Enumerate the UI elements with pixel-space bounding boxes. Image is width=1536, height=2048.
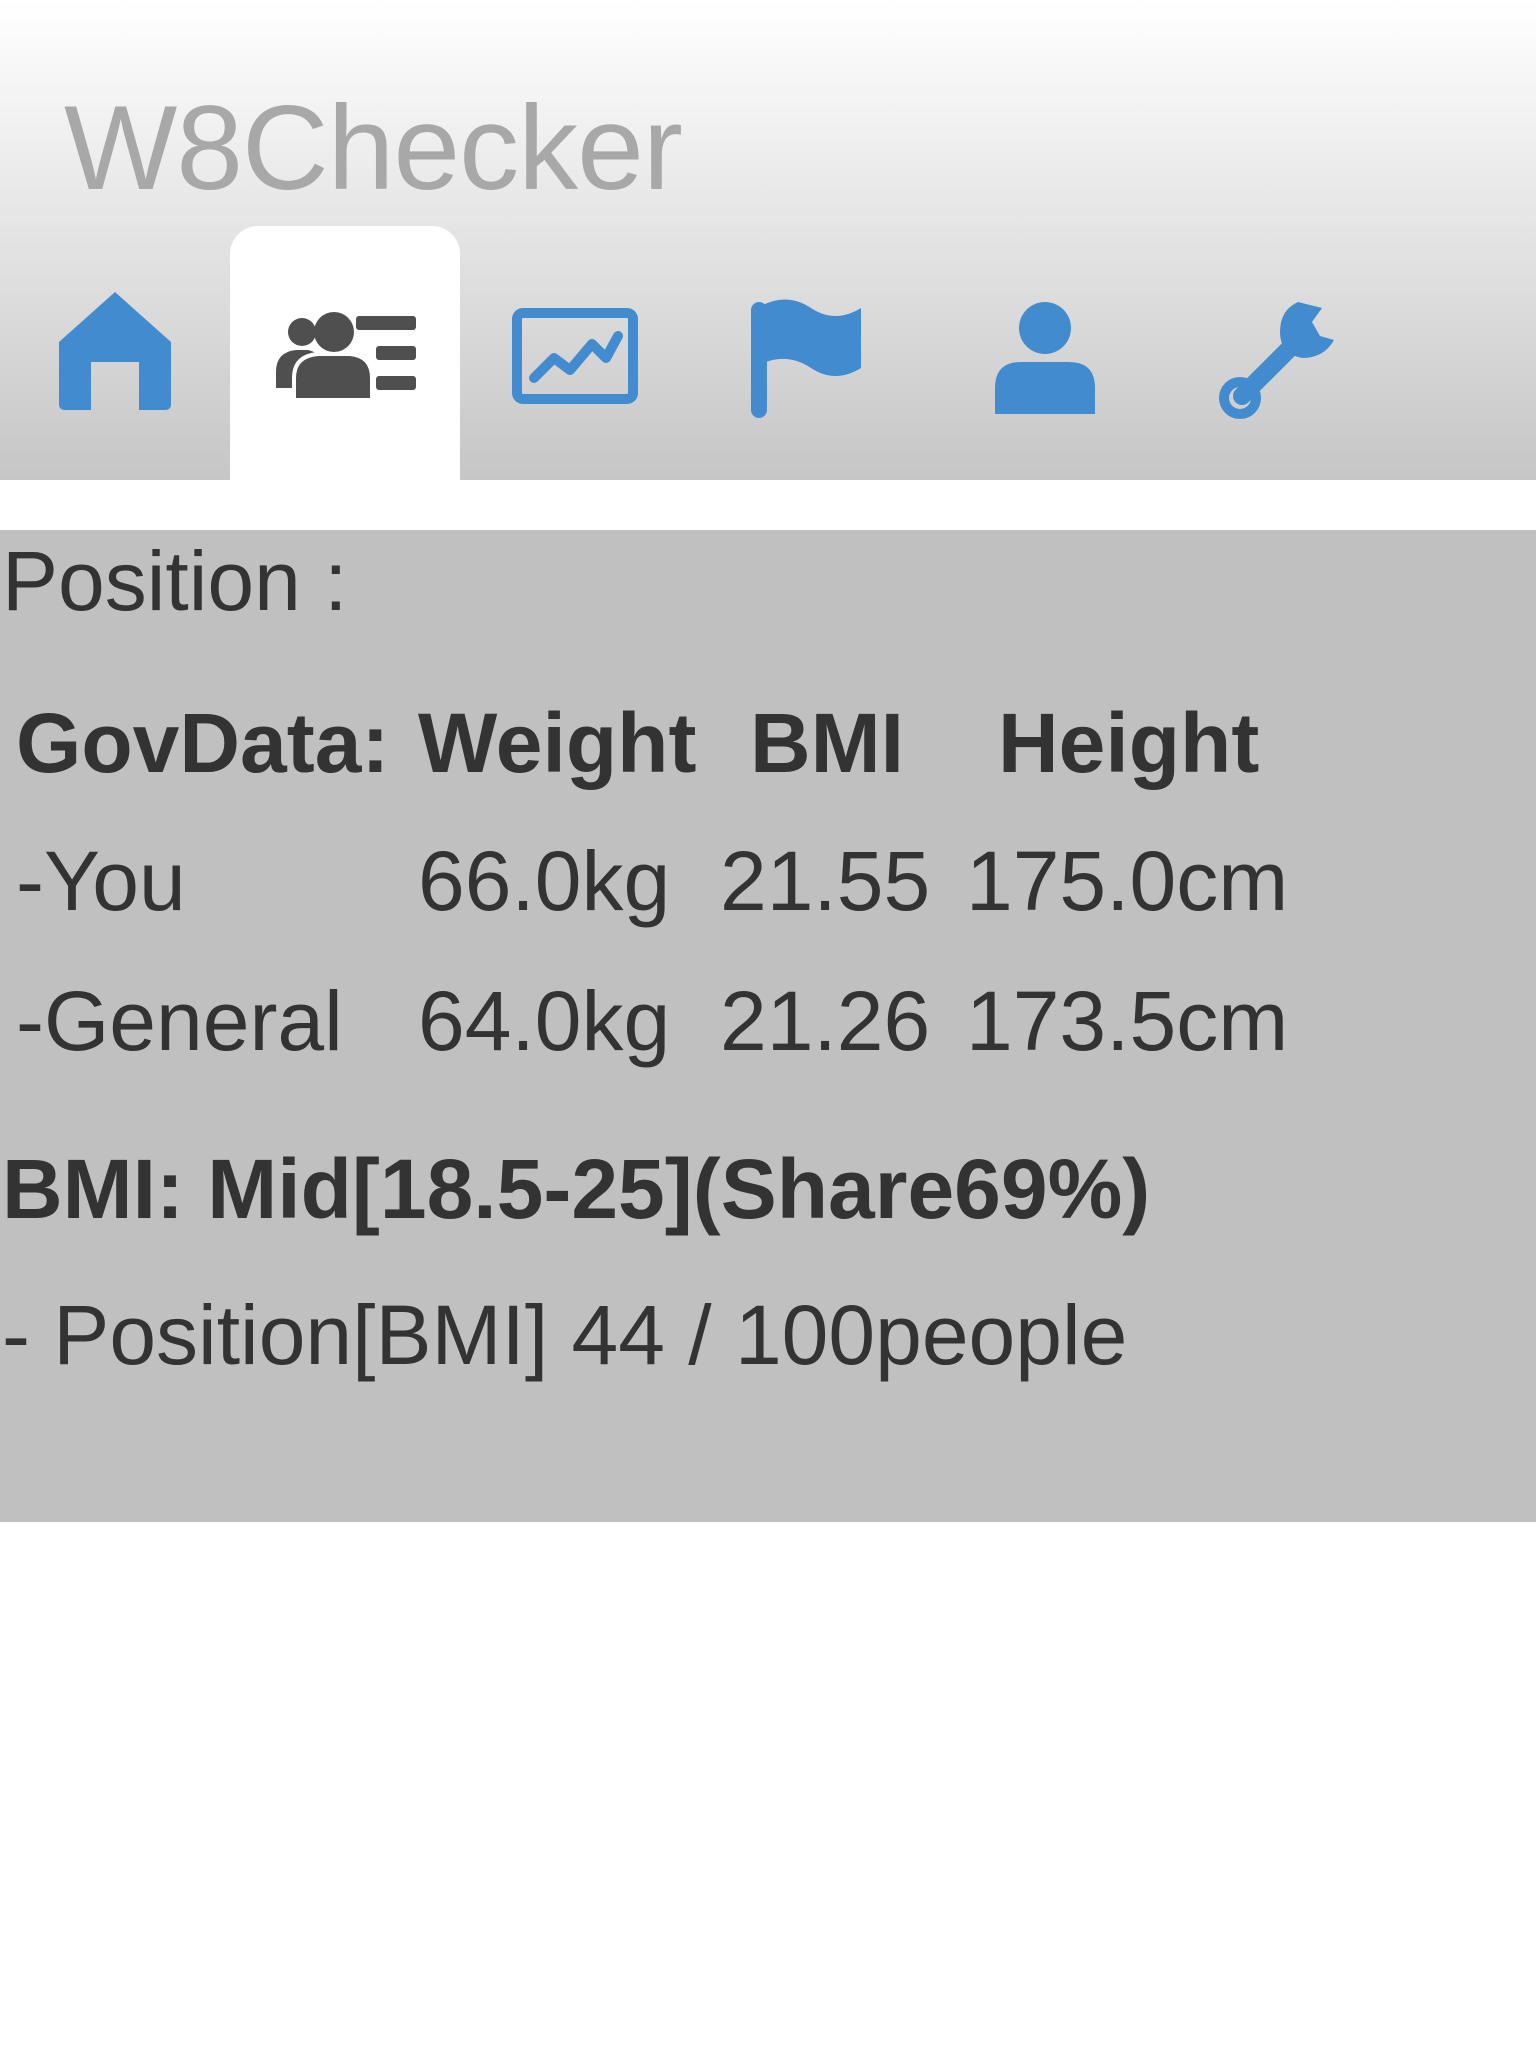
wrench-icon [1219,302,1334,419]
table-header-weight: Weight [418,696,697,790]
row-general-bmi: 21.26 [720,974,931,1068]
tab-chart[interactable] [460,226,690,480]
app-header: W8Checker [0,0,1536,480]
row-you-height: 175.0cm [966,834,1289,928]
home-icon [59,292,171,410]
row-general-height: 173.5cm [966,974,1289,1068]
row-label-general: -General [16,974,343,1068]
row-label-you: -You [16,834,186,928]
row-you-bmi: 21.55 [720,834,931,928]
chart-icon [512,308,638,404]
table-header-govdata: GovData: [16,696,390,790]
tab-flag[interactable] [690,226,920,480]
row-general-weight: 64.0kg [418,974,671,1068]
header-separator [0,480,1536,530]
table-header-bmi: BMI [750,696,904,790]
row-you-weight: 66.0kg [418,834,671,928]
app-title: W8Checker [64,81,683,215]
tab-user-list[interactable] [230,226,460,480]
user-icon [995,302,1095,414]
position-heading: Position : [2,534,348,628]
bmi-summary: BMI: Mid[18.5-25](Share69%) [2,1142,1151,1236]
user-list-icon [276,312,416,400]
table-header-height: Height [998,696,1260,790]
tab-settings[interactable] [1165,226,1395,480]
tab-user[interactable] [930,226,1160,480]
position-panel: Position : GovData: Weight BMI Height -Y… [0,530,1536,1522]
bmi-rank: - Position[BMI] 44 / 100people [2,1288,1128,1382]
flag-icon [751,299,861,418]
tab-home[interactable] [0,226,230,480]
